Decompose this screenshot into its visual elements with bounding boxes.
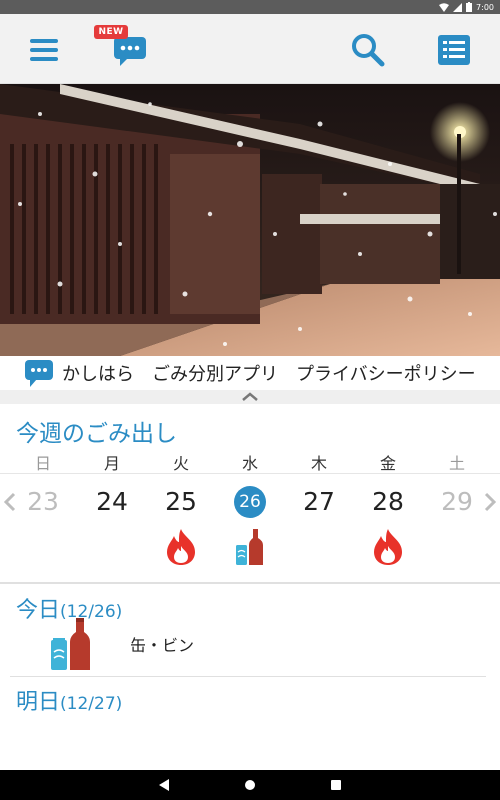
today-garbage-item: 缶・ビン [130, 636, 195, 655]
section-separator [10, 676, 486, 677]
ticker-text: かしはら ごみ分別アプリ プライバシーポリシー [62, 364, 476, 385]
weekday-label: 土 [448, 454, 465, 473]
home-circle-icon [245, 780, 255, 790]
search-button[interactable] [350, 32, 386, 68]
weekday-header: 日月火水木金土 [0, 448, 500, 474]
status-bar: 7:00 [0, 0, 500, 14]
date-cell-today[interactable]: 26 [220, 482, 280, 522]
date-cell[interactable]: 27 [289, 482, 349, 522]
week-dates-row: 23 24 25 26 27 28 29 [0, 482, 500, 522]
list-icon [438, 35, 470, 65]
date-cell[interactable]: 29 [427, 482, 487, 522]
date-cell[interactable]: 24 [82, 482, 142, 522]
weekday-label: 木 [310, 454, 327, 473]
flame-icon [371, 528, 405, 570]
date-cell[interactable]: 25 [151, 482, 211, 522]
can-bottle-icon [235, 528, 265, 570]
wifi-icon [439, 2, 450, 12]
home-button[interactable] [242, 777, 258, 793]
battery-icon [466, 2, 473, 12]
recents-square-icon [331, 780, 341, 790]
chat-bubble-icon [25, 360, 53, 387]
back-button[interactable] [156, 777, 172, 793]
can-bottle-icon [50, 618, 94, 678]
search-icon [352, 34, 385, 67]
week-schedule-title: 今週のごみ出し [16, 421, 177, 447]
date-cell[interactable]: 28 [358, 482, 418, 522]
tomorrow-heading: 明日(12/27) [16, 690, 123, 715]
section-divider [0, 582, 500, 584]
hero-banner-image[interactable] [0, 84, 500, 356]
news-ticker[interactable]: かしはら ごみ分別アプリ プライバシーポリシー [0, 356, 500, 390]
weekday-label: 金 [379, 454, 396, 473]
chevron-up-icon [242, 392, 258, 401]
hamburger-menu-icon [30, 39, 58, 61]
weekday-label: 日 [34, 454, 51, 473]
flame-icon [164, 528, 198, 570]
back-triangle-icon [159, 779, 169, 791]
garbage-type-icons-row [0, 528, 500, 570]
status-time: 7:00 [476, 2, 494, 12]
collapse-handle[interactable] [0, 390, 500, 404]
top-app-bar: NEW [0, 14, 500, 84]
menu-button[interactable] [26, 32, 62, 68]
weekday-label: 月 [103, 454, 120, 473]
recents-button[interactable] [328, 777, 344, 793]
weekday-label: 水 [241, 454, 258, 473]
date-cell[interactable]: 23 [13, 482, 73, 522]
weekday-label: 火 [172, 454, 189, 473]
signal-icon [453, 2, 463, 12]
system-nav-bar [0, 770, 500, 800]
list-view-button[interactable] [436, 32, 472, 68]
new-badge: NEW [94, 25, 128, 39]
